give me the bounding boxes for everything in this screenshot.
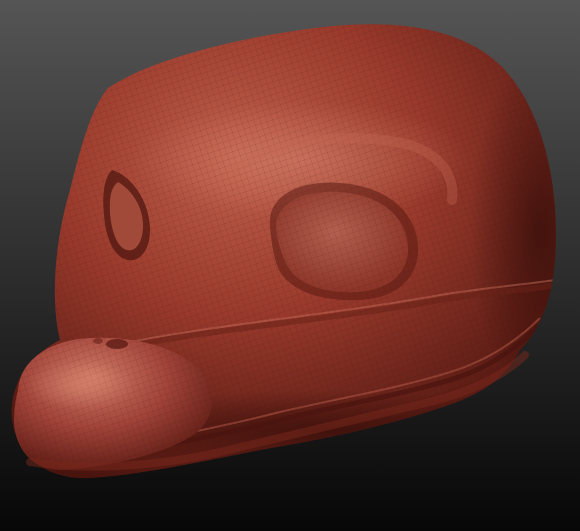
viewport-canvas[interactable]	[0, 0, 580, 531]
sculpt-render	[0, 0, 580, 531]
nostril	[106, 339, 128, 349]
